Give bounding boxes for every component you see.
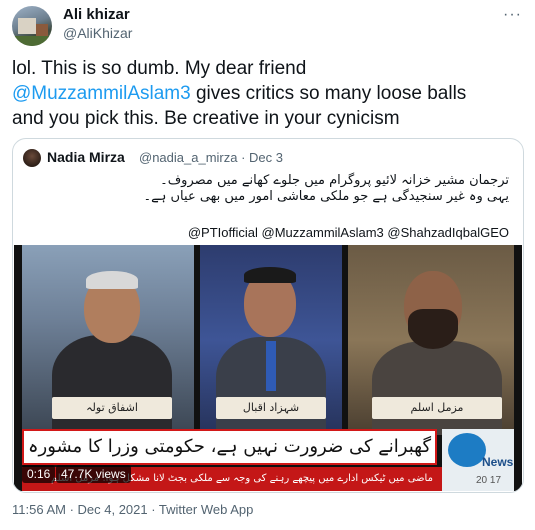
person-body bbox=[372, 341, 502, 435]
avatar-building bbox=[18, 18, 36, 34]
tweet-text-line3: and you pick this. Be creative in your c… bbox=[12, 108, 400, 129]
channel-logo-icon bbox=[448, 433, 486, 467]
speaker-name-right: مزمل اسلم bbox=[372, 397, 502, 419]
avatar-roof bbox=[36, 24, 48, 36]
quote-author-name[interactable]: Nadia Mirza bbox=[47, 149, 125, 165]
mention-link[interactable]: @MuzzammilAslam3 bbox=[12, 83, 191, 104]
video-duration: 0:16 bbox=[22, 465, 56, 483]
avatar-ground bbox=[12, 36, 52, 46]
tie bbox=[266, 341, 276, 391]
person-body bbox=[52, 335, 172, 435]
quote-urdu-line1: ترجمان مشیر خزانہ لائیو پروگرام میں جلوے… bbox=[160, 173, 509, 188]
channel-news-label: News bbox=[482, 455, 514, 469]
video-panel-right: مزمل اسلم bbox=[348, 245, 514, 435]
quote-avatar[interactable] bbox=[23, 149, 41, 167]
more-options-icon[interactable]: ··· bbox=[503, 6, 522, 24]
video-panel-left: اشفاق تولہ bbox=[22, 245, 194, 435]
speaker-name-left: اشفاق تولہ bbox=[52, 397, 172, 419]
tweet-timestamp[interactable]: 11:56 AM · Dec 4, 2021 · Twitter Web App bbox=[12, 502, 253, 517]
video-player[interactable]: اشفاق تولہ شہزاد اقبال مزمل اسلم گھبرانے… bbox=[14, 245, 522, 491]
quote-handle-date: @nadia_a_mirza · Dec 3 bbox=[139, 150, 283, 165]
quote-urdu-text: ترجمان مشیر خزانہ لائیو پروگرام میں جلوے… bbox=[39, 173, 509, 205]
author-handle[interactable]: @AliKhizar bbox=[63, 25, 132, 41]
speaker-name-center: شہزاد اقبال bbox=[216, 397, 326, 419]
author-display-name[interactable]: Ali khizar bbox=[63, 6, 130, 23]
news-ticker-main: گھبرانے کی ضرورت نہیں ہے، حکومتی وزرا کا… bbox=[22, 429, 437, 465]
quote-urdu-line2: یہی وہ غیر سنجیدگی ہے جو ملکی معاشی امور… bbox=[143, 189, 509, 204]
tweet-text-line2: gives critics so many loose balls bbox=[190, 83, 467, 104]
person-hair bbox=[86, 271, 138, 289]
person-hair bbox=[244, 267, 296, 283]
channel-time: 20 17 bbox=[476, 475, 502, 486]
avatar[interactable] bbox=[12, 6, 52, 46]
quote-mentions[interactable]: @PTIofficial @MuzzammilAslam3 @ShahzadIq… bbox=[188, 225, 509, 240]
video-views: 47.7K views bbox=[56, 465, 131, 483]
channel-logo: News 20 17 bbox=[442, 429, 514, 491]
person-beard bbox=[408, 309, 458, 349]
tweet-text-line1: lol. This is so dumb. My dear friend bbox=[12, 58, 307, 79]
video-panel-center: شہزاد اقبال bbox=[200, 245, 342, 435]
quoted-tweet[interactable]: Nadia Mirza @nadia_a_mirza · Dec 3 ترجما… bbox=[12, 138, 524, 493]
tweet-text: lol. This is so dumb. My dear friend @Mu… bbox=[12, 56, 527, 131]
